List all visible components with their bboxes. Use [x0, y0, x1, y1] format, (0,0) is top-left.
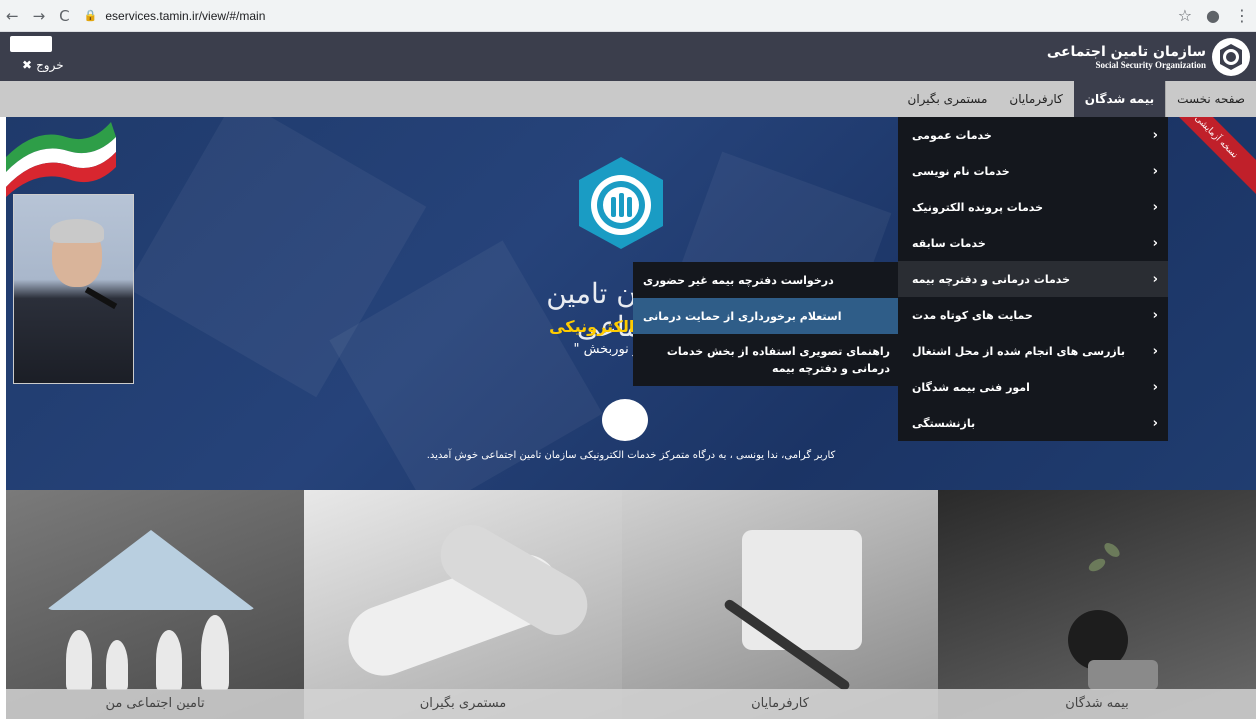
site-logo[interactable]: سازمان تامین اجتماعی Social Security Org…: [1047, 38, 1250, 76]
chevron-left-icon: ‹: [1152, 163, 1158, 179]
menu-item-medical-services[interactable]: خدمات درمانی و دفترچه بیمه ‹: [898, 261, 1168, 297]
close-icon: ✖: [22, 58, 33, 72]
beta-ribbon: نسخه آزمایشی: [1158, 117, 1256, 195]
portrait-photo: [13, 194, 134, 384]
tile-caption: بیمه شدگان: [938, 689, 1256, 719]
chevron-left-icon: ‹: [1152, 271, 1158, 287]
menu-item-label: حمایت های کوتاه مدت: [912, 308, 1033, 322]
exit-button[interactable]: خروج ✖: [22, 58, 64, 72]
redacted-blob: [602, 399, 648, 441]
submenu-item-visual-guide[interactable]: راهنمای تصویری استفاده از بخش خدمات درما…: [633, 334, 898, 386]
menu-item-label: خدمات نام نویسی: [912, 164, 1010, 178]
logo-text-fa: سازمان تامین اجتماعی: [1046, 44, 1206, 60]
chevron-left-icon: ‹: [1152, 235, 1158, 251]
submenu-item-support-inquiry[interactable]: استعلام برخورداری از حمایت درمانی: [633, 298, 898, 334]
menu-item-retirement[interactable]: بازنشستگی ‹: [898, 405, 1168, 441]
submenu-item-label: راهنمای تصویری استفاده از بخش خدمات درما…: [666, 345, 890, 375]
user-name-redacted: [10, 36, 52, 52]
more-icon[interactable]: ⋮: [1234, 6, 1250, 25]
star-icon[interactable]: ☆: [1178, 6, 1192, 25]
chevron-left-icon: ‹: [1152, 199, 1158, 215]
url-text: eservices.tamin.ir/view/#/main: [105, 8, 266, 23]
address-bar[interactable]: 🔒 eservices.tamin.ir/view/#/main: [84, 9, 266, 23]
lock-icon: 🔒: [83, 10, 98, 22]
medical-submenu: درخواست دفترچه بیمه غیر حضوری استعلام بر…: [633, 262, 898, 386]
tab-insured[interactable]: بیمه شدگان: [1073, 81, 1166, 117]
submenu-item-request-booklet[interactable]: درخواست دفترچه بیمه غیر حضوری: [633, 262, 898, 298]
chevron-left-icon: ‹: [1152, 379, 1158, 395]
chevron-left-icon: ‹: [1152, 343, 1158, 359]
exit-label: خروج: [36, 58, 64, 72]
menu-item-label: خدمات درمانی و دفترچه بیمه: [912, 272, 1071, 286]
family-figure: [106, 640, 128, 690]
family-figure: [156, 630, 182, 690]
menu-item-label: بازرسی های انجام شده از محل اشتغال: [912, 344, 1125, 358]
chevron-left-icon: ‹: [1152, 307, 1158, 323]
menu-item-technical-affairs[interactable]: امور فنی بیمه شدگان ‹: [898, 369, 1168, 405]
tile-employers[interactable]: کارفرمایان: [622, 490, 938, 719]
menu-item-label: خدمات پرونده الکترونیک: [912, 200, 1044, 214]
menu-item-electronic-file[interactable]: خدمات پرونده الکترونیک ‹: [898, 189, 1168, 225]
coin-stack-icon: [1088, 660, 1158, 690]
tab-employers[interactable]: کارفرمایان: [998, 81, 1073, 117]
menu-item-history[interactable]: خدمات سابقه ‹: [898, 225, 1168, 261]
leaf-shape: [1101, 540, 1123, 560]
tab-home[interactable]: صفحه نخست: [1165, 81, 1256, 117]
tile-my-social-security[interactable]: تامین اجتماعی من: [6, 490, 304, 719]
portrait-hair: [50, 219, 104, 243]
menu-item-label: خدمات سابقه: [912, 236, 986, 250]
menu-item-general-services[interactable]: خدمات عمومی ‹: [898, 117, 1168, 153]
quick-access-tiles: تامین اجتماعی من مستمری بگیران کارفرمایا…: [6, 490, 1256, 719]
organization-logo-icon: [579, 157, 663, 249]
tile-caption: کارفرمایان: [622, 689, 938, 719]
leaf-shape: [1086, 556, 1108, 574]
logo-text-en: Social Security Organization: [1095, 60, 1207, 70]
menu-item-registration[interactable]: خدمات نام نویسی ‹: [898, 153, 1168, 189]
profile-icon[interactable]: ●: [1206, 6, 1220, 25]
menu-item-short-term-support[interactable]: حمایت های کوتاه مدت ‹: [898, 297, 1168, 333]
tile-caption: تامین اجتماعی من: [6, 689, 304, 719]
submenu-item-label: درخواست دفترچه بیمه غیر حضوری: [643, 273, 834, 287]
back-icon[interactable]: ←: [6, 7, 19, 25]
tile-insured[interactable]: بیمه شدگان: [938, 490, 1256, 719]
menu-item-inspections[interactable]: بازرسی های انجام شده از محل اشتغال ‹: [898, 333, 1168, 369]
microphone-icon: [84, 286, 118, 310]
tile-pensioners[interactable]: مستمری بگیران: [304, 490, 622, 719]
submenu-item-label: استعلام برخورداری از حمایت درمانی: [643, 309, 842, 323]
chevron-left-icon: ‹: [1152, 127, 1158, 143]
tab-pensioners[interactable]: مستمری بگیران: [897, 81, 999, 117]
iran-flag-icon: [6, 122, 116, 197]
menu-item-label: بازنشستگی: [912, 416, 976, 430]
main-nav: صفحه نخست بیمه شدگان کارفرمایان مستمری ب…: [0, 81, 1256, 117]
insured-dropdown-menu: خدمات عمومی ‹ خدمات نام نویسی ‹ خدمات پرون…: [898, 117, 1168, 441]
family-figure: [201, 615, 229, 690]
reload-icon[interactable]: C: [59, 7, 69, 25]
emblem-icon: [1212, 38, 1250, 76]
umbrella-icon: [46, 530, 256, 610]
site-header: خروج ✖ سازمان تامین اجتماعی Social Secur…: [0, 32, 1256, 81]
forward-icon[interactable]: →: [33, 7, 46, 25]
menu-item-label: امور فنی بیمه شدگان: [912, 380, 1030, 394]
tile-caption: مستمری بگیران: [304, 689, 622, 719]
browser-toolbar: ← → C 🔒 eservices.tamin.ir/view/#/main ☆…: [0, 0, 1256, 32]
welcome-message: کاربر گرامی، ندا یونسی ، به درگاه متمرکز…: [426, 450, 836, 461]
family-figure: [66, 630, 92, 690]
menu-item-label: خدمات عمومی: [912, 128, 992, 142]
chevron-left-icon: ‹: [1152, 415, 1158, 431]
